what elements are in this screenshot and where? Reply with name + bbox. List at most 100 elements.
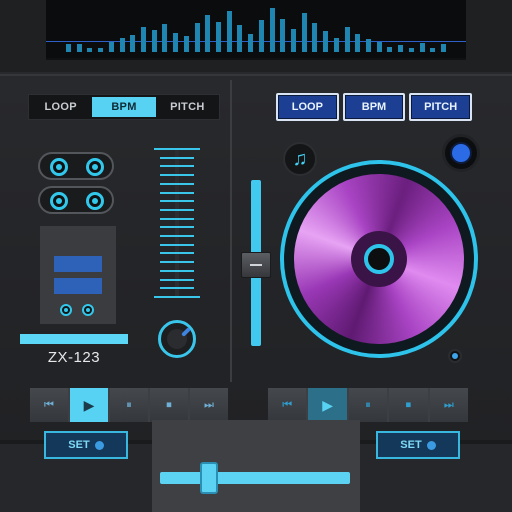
spectrum-bar [280,19,286,52]
spectrum-bar [398,45,404,52]
pitch-rung [160,279,194,281]
left-effect-toggle-1[interactable] [38,152,114,180]
volume-fader-handle[interactable] [241,252,271,278]
deck-name-label: ZX-123 [47,349,101,366]
spectrum-bar [66,44,71,52]
right-mode-tabs: LOOP BPM PITCH [276,93,473,121]
spectrum-bar [366,39,371,52]
left-loop-button[interactable]: LOOP [29,95,92,119]
right-transport-bar: ⏮ ▶ ⏸ ⏹ ⏭ [268,388,469,422]
pitch-rung [154,296,200,298]
right-loop-button[interactable]: LOOP [276,93,339,121]
right-pitch-button[interactable]: PITCH [409,93,473,121]
play-icon[interactable]: ▶ [70,388,108,422]
spindle-hub [364,244,394,274]
pause-icon[interactable]: ⏸ [348,388,388,422]
deck-divider [230,80,232,382]
music-note-icon: ♫ [292,147,308,170]
spectrum-bar [108,42,114,52]
top-divider [0,74,512,76]
stop-icon[interactable]: ⏹ [389,388,428,422]
spectrum-bar [76,44,82,52]
spectrum-bar [376,42,382,52]
left-pitch-slider[interactable] [154,148,200,298]
left-mode-tabs: LOOP BPM PITCH [28,94,220,120]
set-label: SET [68,439,90,451]
right-set-button[interactable]: SET [376,431,460,459]
play-icon[interactable]: ▶ [308,388,347,422]
record-button[interactable] [442,134,480,172]
top-strip [0,0,512,72]
cue-indicator[interactable] [448,349,462,363]
pitch-rung [160,244,194,246]
left-sampler-panel [40,226,116,324]
left-set-button[interactable]: SET [44,431,128,459]
music-library-button[interactable]: ♫ [283,142,317,176]
pitch-rung [160,252,194,254]
set-led-icon [426,440,436,450]
spectrum-bar [301,13,307,52]
next-icon[interactable]: ⏭ [429,388,469,422]
crossfader-track[interactable] [160,472,350,484]
stop-icon[interactable]: ⏹ [150,388,188,422]
crossfader-well [152,420,360,512]
spectrum-bar [226,11,232,52]
spectrum-bar [323,31,329,52]
left-effect-toggle-2[interactable] [38,186,114,214]
sampler-led-icon[interactable] [60,304,72,316]
spectrum-bar [173,33,179,52]
sampler-pad-2[interactable] [54,278,102,294]
spectrum-bar [258,20,264,52]
effect-knob-icon [86,158,104,176]
spectrum-bar [183,36,189,52]
left-bpm-button[interactable]: BPM [92,97,156,117]
set-label: SET [400,439,422,451]
pitch-rung [160,270,194,272]
spectrum-bar [441,44,446,52]
spectrum-bar [430,48,436,52]
spectrum-bar [248,34,254,52]
pitch-rung [160,287,194,289]
spectrum-bar [387,47,393,52]
pitch-rung [160,183,194,185]
spectrum-bar [119,38,125,52]
spectrum-bar [291,29,296,52]
pitch-rung [160,165,194,167]
spectrum-bar [205,15,211,52]
spectrum-bar [151,30,157,52]
turntable-platter[interactable] [280,160,478,358]
spectrum-bar [237,25,243,52]
spectrum-bar [344,27,350,52]
spectrum-bar [419,43,425,52]
left-gain-knob[interactable] [158,320,196,358]
left-pitch-button[interactable]: PITCH [156,95,219,119]
set-led-icon [94,440,104,450]
pitch-rung [160,192,194,194]
spectrum-bar [87,48,93,52]
left-transport-bar: ⏮ ▶ ⏸ ⏹ ⏭ [30,388,228,422]
spectrum-bar [130,35,136,52]
spectrum-bar [98,48,104,52]
next-icon[interactable]: ⏭ [190,388,228,422]
previous-icon[interactable]: ⏮ [30,388,68,422]
sampler-led-icon[interactable] [82,304,94,316]
crossfader-handle[interactable] [200,462,218,494]
spectrum-bar [312,23,318,52]
right-bpm-button[interactable]: BPM [342,93,406,121]
pitch-rung [160,174,194,176]
pause-icon[interactable]: ⏸ [110,388,148,422]
effect-knob-icon [86,192,104,210]
spectrum-bar [162,24,168,52]
pitch-rung [160,157,194,159]
spectrum-bar [269,8,275,52]
effect-knob-icon [50,192,68,210]
pitch-rung [160,261,194,263]
pitch-rung [154,148,200,150]
sampler-pad-1[interactable] [54,256,102,272]
spectrum-bar [194,23,200,52]
spectrum-visualizer [46,0,466,60]
previous-icon[interactable]: ⏮ [268,388,307,422]
pitch-slider-spine [175,148,179,298]
dj-mixer-app: LOOP BPM PITCH ZX-123 LOOP BPM PITCH ♫ ⏮… [0,0,512,512]
spectrum-bar [141,27,146,52]
